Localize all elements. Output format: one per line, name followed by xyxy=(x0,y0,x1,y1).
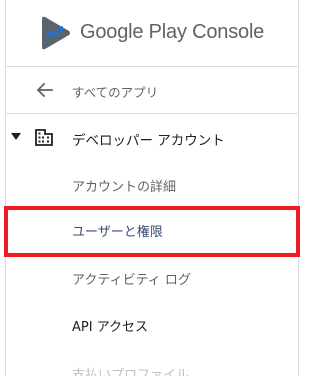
play-console-logo-icon xyxy=(42,16,70,50)
sidebar-header: Google Play Console xyxy=(6,0,298,67)
back-label: すべてのアプリ xyxy=(72,85,159,100)
nav-item-users-permissions[interactable]: ユーザーと権限 xyxy=(6,207,298,253)
caret-down-icon xyxy=(11,133,21,140)
app-title-main: Google Play xyxy=(80,21,187,43)
app-title-suffix: Console xyxy=(192,21,265,43)
nav-item-payments-profile[interactable]: 支払いプロファイル xyxy=(6,348,298,376)
nav-item-label: ユーザーと権限 xyxy=(72,225,163,240)
nav-item-label: 支払いプロファイル xyxy=(72,368,190,376)
app-title[interactable]: Google Play Console xyxy=(80,21,264,44)
nav-item-label: アクティビティ ログ xyxy=(72,273,191,288)
nav-item-activity-log[interactable]: アクティビティ ログ xyxy=(6,255,298,301)
nav-item-account-details[interactable]: アカウントの詳細 xyxy=(6,162,298,208)
building-icon xyxy=(35,129,53,146)
nav-item-label: API アクセス xyxy=(72,320,149,335)
section-label: デベロッパー アカウント xyxy=(72,133,225,149)
nav-item-label: アカウントの詳細 xyxy=(72,180,177,195)
nav-item-api-access[interactable]: API アクセス xyxy=(6,302,298,348)
developer-account-section[interactable]: デベロッパー アカウント xyxy=(6,114,298,160)
sidebar-panel: Google Play Console すべてのアプリ デベロッパー アカウント… xyxy=(5,0,299,376)
back-to-all-apps[interactable]: すべてのアプリ xyxy=(6,67,298,114)
arrow-left-icon xyxy=(36,82,53,98)
